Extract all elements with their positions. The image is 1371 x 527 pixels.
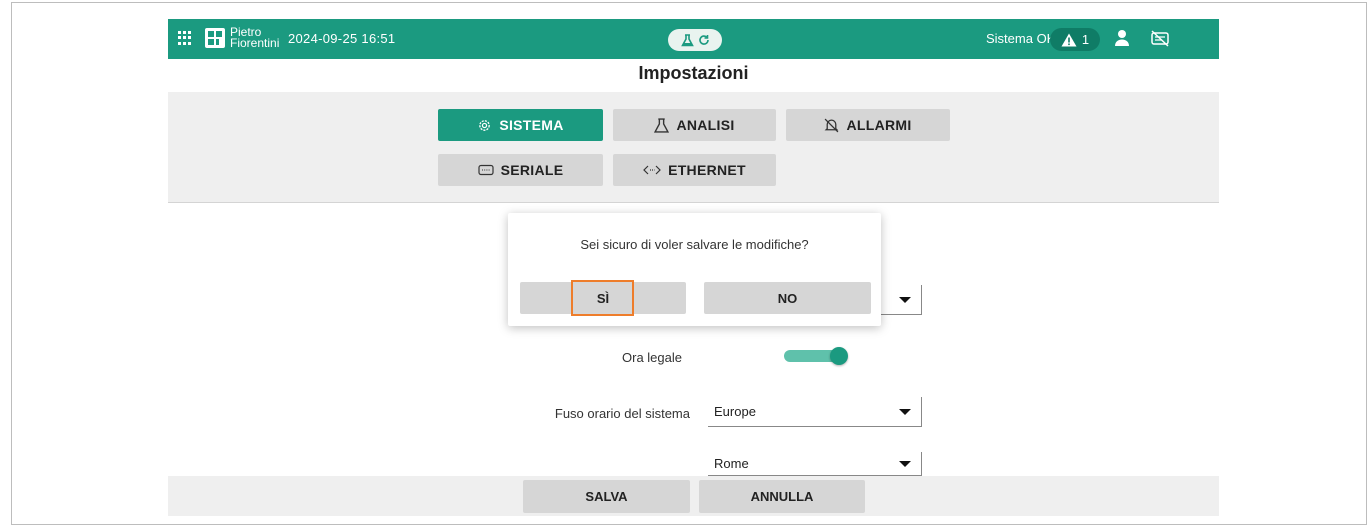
alarm-badge[interactable]: 1 bbox=[1050, 28, 1100, 51]
brand-line-2: Fiorentini bbox=[230, 36, 280, 50]
top-bar: Pietro Fiorentini 2024-09-25 16:51 Siste… bbox=[168, 19, 1219, 59]
chevron-down-icon bbox=[899, 409, 911, 415]
ethernet-icon bbox=[643, 165, 661, 175]
tab-label: SISTEMA bbox=[499, 117, 564, 133]
serial-port-icon bbox=[478, 164, 494, 176]
datetime: 2024-09-25 16:51 bbox=[288, 31, 396, 46]
brand-logo-icon bbox=[205, 28, 225, 48]
timezone-region-value: Europe bbox=[714, 404, 756, 419]
page-title: Impostazioni bbox=[638, 63, 749, 83]
tab-sistema[interactable]: SISTEMA bbox=[438, 109, 603, 141]
flask-icon bbox=[654, 117, 670, 133]
yes-button-highlight bbox=[571, 280, 634, 316]
tab-allarmi[interactable]: ALLARMI bbox=[786, 109, 950, 141]
timezone-label: Fuso orario del sistema bbox=[554, 406, 690, 421]
tab-ethernet[interactable]: ETHERNET bbox=[613, 154, 776, 186]
system-status: Sistema OK bbox=[986, 31, 1056, 46]
alarm-count: 1 bbox=[1081, 32, 1090, 47]
save-button[interactable]: SALVA bbox=[523, 480, 690, 513]
warning-icon bbox=[1061, 33, 1077, 46]
chevron-down-icon bbox=[899, 461, 911, 467]
tab-seriale[interactable]: SERIALE bbox=[438, 154, 603, 186]
timezone-city-select[interactable]: Rome bbox=[708, 452, 922, 476]
refresh-icon bbox=[698, 35, 709, 45]
hidden-select[interactable] bbox=[878, 285, 922, 315]
bell-off-icon bbox=[825, 118, 839, 132]
tab-label: ALLARMI bbox=[846, 117, 912, 133]
analysis-status-pill[interactable] bbox=[668, 29, 722, 51]
app-grid-icon[interactable] bbox=[178, 31, 192, 45]
dst-toggle-knob[interactable] bbox=[830, 347, 848, 365]
confirm-dialog: Sei sicuro di voler salvare le modifiche… bbox=[508, 213, 881, 326]
dst-label: Ora legale bbox=[622, 350, 682, 365]
tab-label: ETHERNET bbox=[668, 162, 746, 178]
flask-icon bbox=[680, 33, 694, 46]
settings-tab-panel: SISTEMA ANALISI ALLARMI SERIALE ETHERNET bbox=[168, 92, 1219, 203]
network-disconnected-icon[interactable] bbox=[1150, 29, 1170, 47]
timezone-region-select[interactable]: Europe bbox=[708, 397, 922, 427]
brand-name: Pietro Fiorentini bbox=[230, 26, 280, 50]
cancel-button[interactable]: ANNULLA bbox=[699, 480, 865, 513]
tab-analisi[interactable]: ANALISI bbox=[613, 109, 776, 141]
gear-icon bbox=[479, 119, 491, 131]
bottom-bar: SALVA ANNULLA bbox=[168, 476, 1219, 516]
no-button[interactable]: NO bbox=[704, 282, 871, 314]
chevron-down-icon bbox=[899, 297, 911, 303]
tab-label: ANALISI bbox=[676, 117, 735, 133]
dialog-message: Sei sicuro di voler salvare le modifiche… bbox=[580, 237, 809, 252]
tab-label: SERIALE bbox=[500, 162, 564, 178]
timezone-city-value: Rome bbox=[714, 456, 749, 471]
user-icon[interactable] bbox=[1114, 29, 1130, 47]
